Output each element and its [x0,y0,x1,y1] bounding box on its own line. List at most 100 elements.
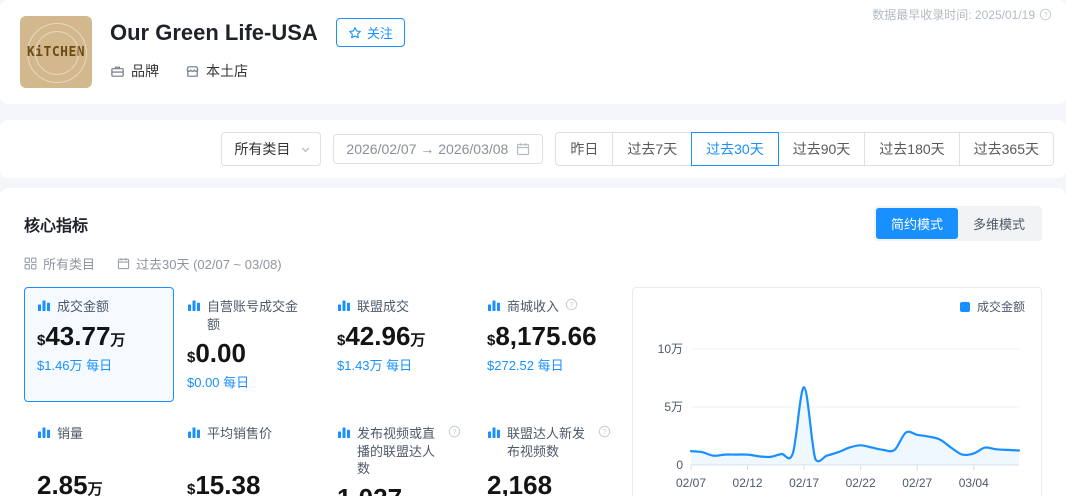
bar-chart-icon [37,425,51,439]
metric-value: $42.96万 [337,323,461,350]
metric-daily-avg: $1.43万 每日 [337,355,461,374]
chart-canvas[interactable]: 0 5万 10万 02/07 02/12 02/17 02/22 02/27 03/04 [645,315,1029,496]
metric-card[interactable]: 联盟成交 $42.96万 $1.43万 每日 [324,287,474,402]
metric-card[interactable]: 自营账号成交金额 $0.00 $0.00 每日 [174,287,324,402]
shop-tag-label: 品牌 [131,61,159,81]
category-select[interactable]: 所有类目 [221,132,321,166]
metric-label: 平均销售价 [207,425,272,443]
chart-legend: 成交金额 [645,298,1029,315]
bar-chart-icon [337,425,351,439]
svg-text:?: ? [569,300,573,309]
legend-swatch [960,302,970,312]
calendar-icon [117,257,130,270]
bar-chart-icon [37,298,51,312]
bar-chart-icon [337,298,351,312]
metric-card[interactable]: 平均销售价 $15.38 [174,414,324,496]
sub-filter-range-label: 过去30天 (02/07 ~ 03/08) [136,254,282,273]
range-button[interactable]: 过去90天 [778,132,866,166]
help-icon[interactable]: ? [448,425,461,438]
svg-text:02/17: 02/17 [789,476,819,490]
range-button[interactable]: 昨日 [555,132,613,166]
svg-text:0: 0 [676,458,683,472]
metric-card[interactable]: 销量2.85万948.63 每日 [24,414,174,496]
shop-tag: 本土店 [185,61,248,81]
svg-text:?: ? [602,427,606,436]
data-earliest-note: 数据最早收录时间: 2025/01/19 ? [872,6,1052,23]
metric-value: 2.85万 [37,472,161,496]
calendar-icon [516,142,530,156]
mode-button[interactable]: 多维模式 [958,208,1040,239]
range-button[interactable]: 过去30天 [691,132,779,166]
chevron-down-icon [300,144,311,155]
grid-icon [24,257,37,270]
gmv-chart: 成交金额 0 5万 10万 02/07 02/12 02/17 02/22 02/27 03/0… [632,287,1042,496]
range-button[interactable]: 过去7天 [612,132,692,166]
svg-text:?: ? [452,427,456,436]
metric-value: $0.00 [187,340,311,367]
metric-card[interactable]: 发布视频或直播的联盟达人数? 1,027 [324,414,474,496]
bar-chart-icon [187,298,201,312]
sub-filter-category: 所有类目 [24,254,95,273]
range-buttons: 昨日过去7天过去30天过去90天过去180天过去365天 [555,132,1054,166]
mode-toggle: 简约模式多维模式 [874,206,1042,241]
help-icon[interactable]: ? [565,298,578,311]
metric-label: 发布视频或直播的联盟达人数 [357,425,442,478]
mode-button[interactable]: 简约模式 [876,208,958,239]
metric-daily-avg: $1.46万 每日 [37,355,161,374]
svg-text:02/27: 02/27 [902,476,932,490]
metric-label: 联盟成交 [357,298,409,316]
shop-logo-text: KiTCHEN [27,45,85,60]
metric-value: $15.38 [187,472,311,496]
metric-value: 1,027 [337,485,461,496]
range-button[interactable]: 过去365天 [959,132,1054,166]
date-range-value: 2026/02/07 → 2026/03/08 [346,141,508,157]
metric-card[interactable]: 联盟达人新发布视频数?2,16872 每日 [474,414,624,496]
metric-daily-avg: $0.00 每日 [187,372,311,391]
page-title: Our Green Life-USA [110,20,318,46]
category-select-value: 所有类目 [234,139,290,159]
bar-chart-icon [187,425,201,439]
follow-button[interactable]: 关注 [336,18,405,47]
metric-card[interactable]: 成交金额 $43.77万 $1.46万 每日 [24,287,174,402]
metric-value: $8,175.66 [487,323,611,350]
sub-filter-category-label: 所有类目 [43,254,95,273]
metric-label: 自营账号成交金额 [207,298,307,333]
svg-text:5万: 5万 [664,400,683,414]
svg-text:02/07: 02/07 [676,476,706,490]
legend-label: 成交金额 [977,298,1025,315]
star-icon [348,26,362,40]
metric-label: 联盟达人新发布视频数 [507,425,592,460]
metric-value: $43.77万 [37,323,161,350]
shop-tag: 品牌 [110,61,159,81]
filter-bar: 所有类目 2026/02/07 → 2026/03/08 昨日过去7天过去30天… [0,120,1066,178]
data-earliest-note-text: 数据最早收录时间: 2025/01/19 [872,6,1035,23]
metrics-grid: 成交金额 $43.77万 $1.46万 每日 自营账号成交金额 $0.00 $0.00 每… [24,287,624,496]
svg-text:03/04: 03/04 [959,476,989,490]
svg-text:10万: 10万 [658,342,683,356]
shop-tag-label: 本土店 [206,61,248,81]
shop-logo: KiTCHEN [20,16,92,88]
metric-label: 销量 [57,425,83,443]
core-metrics-section: 核心指标 简约模式多维模式 所有类目 过去30天 (02/07 ~ 03/08)… [0,188,1066,496]
follow-button-label: 关注 [367,23,393,42]
briefcase-icon [110,64,125,79]
store-icon [185,64,200,79]
range-button[interactable]: 过去180天 [864,132,959,166]
metric-card[interactable]: 商城收入? $8,175.66 $272.52 每日 [474,287,624,402]
metric-label: 商城收入 [507,298,559,316]
help-icon[interactable]: ? [1039,8,1052,21]
shop-header: KiTCHEN Our Green Life-USA 关注 品牌 本土店 数据最早… [0,0,1066,104]
svg-text:?: ? [1043,10,1047,19]
metric-value: 2,168 [487,472,611,496]
sub-filter-range: 过去30天 (02/07 ~ 03/08) [117,254,282,273]
bar-chart-icon [487,298,501,312]
shop-tags: 品牌 本土店 [110,61,405,81]
date-range-input[interactable]: 2026/02/07 → 2026/03/08 [333,134,543,164]
metric-label: 成交金额 [57,298,109,316]
svg-text:02/22: 02/22 [846,476,876,490]
section-title: 核心指标 [24,212,88,236]
metric-daily-avg: $272.52 每日 [487,355,611,374]
help-icon[interactable]: ? [598,425,611,438]
bar-chart-icon [487,425,501,439]
svg-text:02/12: 02/12 [733,476,763,490]
